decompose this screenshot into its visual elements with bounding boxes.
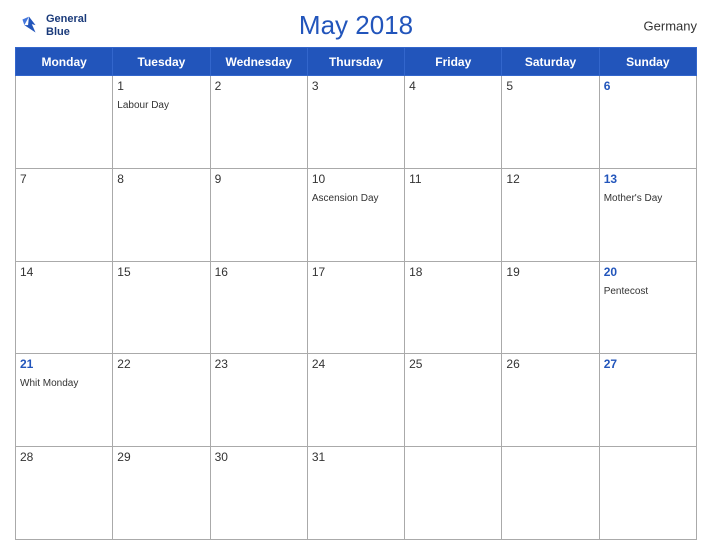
- calendar-week-5: 28 29 30 31: [16, 447, 697, 540]
- header-friday: Friday: [405, 48, 502, 76]
- header-saturday: Saturday: [502, 48, 599, 76]
- table-row: 26: [502, 354, 599, 447]
- logo: General Blue: [15, 12, 87, 40]
- table-row: [16, 76, 113, 169]
- day-number: 13: [604, 172, 692, 186]
- day-number: 7: [20, 172, 108, 186]
- logo-text: General Blue: [46, 13, 87, 37]
- day-number: 30: [215, 450, 303, 464]
- table-row: [405, 447, 502, 540]
- day-number: 21: [20, 357, 108, 371]
- table-row: 25: [405, 354, 502, 447]
- day-number: 23: [215, 357, 303, 371]
- day-number: 10: [312, 172, 400, 186]
- table-row: 31: [307, 447, 404, 540]
- table-row: 24: [307, 354, 404, 447]
- table-row: 27: [599, 354, 696, 447]
- table-row: 6: [599, 76, 696, 169]
- table-row: 10 Ascension Day: [307, 168, 404, 261]
- calendar-week-3: 14 15 16 17 18 19 20 Pentecost: [16, 261, 697, 354]
- day-number: 3: [312, 79, 400, 93]
- day-number: 29: [117, 450, 205, 464]
- table-row: [502, 447, 599, 540]
- day-number: 4: [409, 79, 497, 93]
- table-row: 7: [16, 168, 113, 261]
- day-number: 1: [117, 79, 205, 93]
- day-number: 15: [117, 265, 205, 279]
- table-row: 23: [210, 354, 307, 447]
- table-row: 18: [405, 261, 502, 354]
- table-row: 5: [502, 76, 599, 169]
- header-thursday: Thursday: [307, 48, 404, 76]
- table-row: 29: [113, 447, 210, 540]
- day-number: 5: [506, 79, 594, 93]
- holiday-label: Pentecost: [604, 286, 648, 297]
- header-sunday: Sunday: [599, 48, 696, 76]
- holiday-label: Whit Monday: [20, 378, 78, 389]
- day-number: 2: [215, 79, 303, 93]
- holiday-label: Ascension Day: [312, 193, 379, 204]
- day-number: 6: [604, 79, 692, 93]
- day-number: 19: [506, 265, 594, 279]
- day-number: 22: [117, 357, 205, 371]
- table-row: 4: [405, 76, 502, 169]
- header-wednesday: Wednesday: [210, 48, 307, 76]
- day-number: 12: [506, 172, 594, 186]
- calendar-table: Monday Tuesday Wednesday Thursday Friday…: [15, 47, 697, 540]
- day-number: 27: [604, 357, 692, 371]
- table-row: [599, 447, 696, 540]
- table-row: 28: [16, 447, 113, 540]
- day-number: 18: [409, 265, 497, 279]
- header: General Blue May 2018 Germany: [15, 10, 697, 41]
- day-number: 26: [506, 357, 594, 371]
- table-row: 2: [210, 76, 307, 169]
- weekday-header-row: Monday Tuesday Wednesday Thursday Friday…: [16, 48, 697, 76]
- day-number: 28: [20, 450, 108, 464]
- table-row: 16: [210, 261, 307, 354]
- table-row: 8: [113, 168, 210, 261]
- table-row: 12: [502, 168, 599, 261]
- calendar-week-2: 789 10 Ascension Day 11 12 13 Mother's Day: [16, 168, 697, 261]
- table-row: 11: [405, 168, 502, 261]
- table-row: 17: [307, 261, 404, 354]
- table-row: 9: [210, 168, 307, 261]
- header-tuesday: Tuesday: [113, 48, 210, 76]
- calendar-week-1: 1 Labour Day 23456: [16, 76, 697, 169]
- table-row: 14: [16, 261, 113, 354]
- table-row: 1 Labour Day: [113, 76, 210, 169]
- calendar-title: May 2018: [299, 10, 413, 41]
- country-label: Germany: [644, 18, 697, 33]
- day-number: 25: [409, 357, 497, 371]
- table-row: 22: [113, 354, 210, 447]
- day-number: 14: [20, 265, 108, 279]
- day-number: 20: [604, 265, 692, 279]
- day-number: 11: [409, 172, 497, 186]
- page: General Blue May 2018 Germany Monday Tue…: [0, 0, 712, 550]
- day-number: 31: [312, 450, 400, 464]
- day-number: 8: [117, 172, 205, 186]
- day-number: 9: [215, 172, 303, 186]
- holiday-label: Mother's Day: [604, 193, 663, 204]
- holiday-label: Labour Day: [117, 100, 169, 111]
- header-monday: Monday: [16, 48, 113, 76]
- table-row: 3: [307, 76, 404, 169]
- day-number: 17: [312, 265, 400, 279]
- calendar-week-4: 21 Whit Monday 22 23 24 25 26 27: [16, 354, 697, 447]
- table-row: 15: [113, 261, 210, 354]
- day-number: 24: [312, 357, 400, 371]
- table-row: 13 Mother's Day: [599, 168, 696, 261]
- table-row: 30: [210, 447, 307, 540]
- table-row: 20 Pentecost: [599, 261, 696, 354]
- day-number: 16: [215, 265, 303, 279]
- table-row: 21 Whit Monday: [16, 354, 113, 447]
- logo-icon: [15, 12, 43, 40]
- table-row: 19: [502, 261, 599, 354]
